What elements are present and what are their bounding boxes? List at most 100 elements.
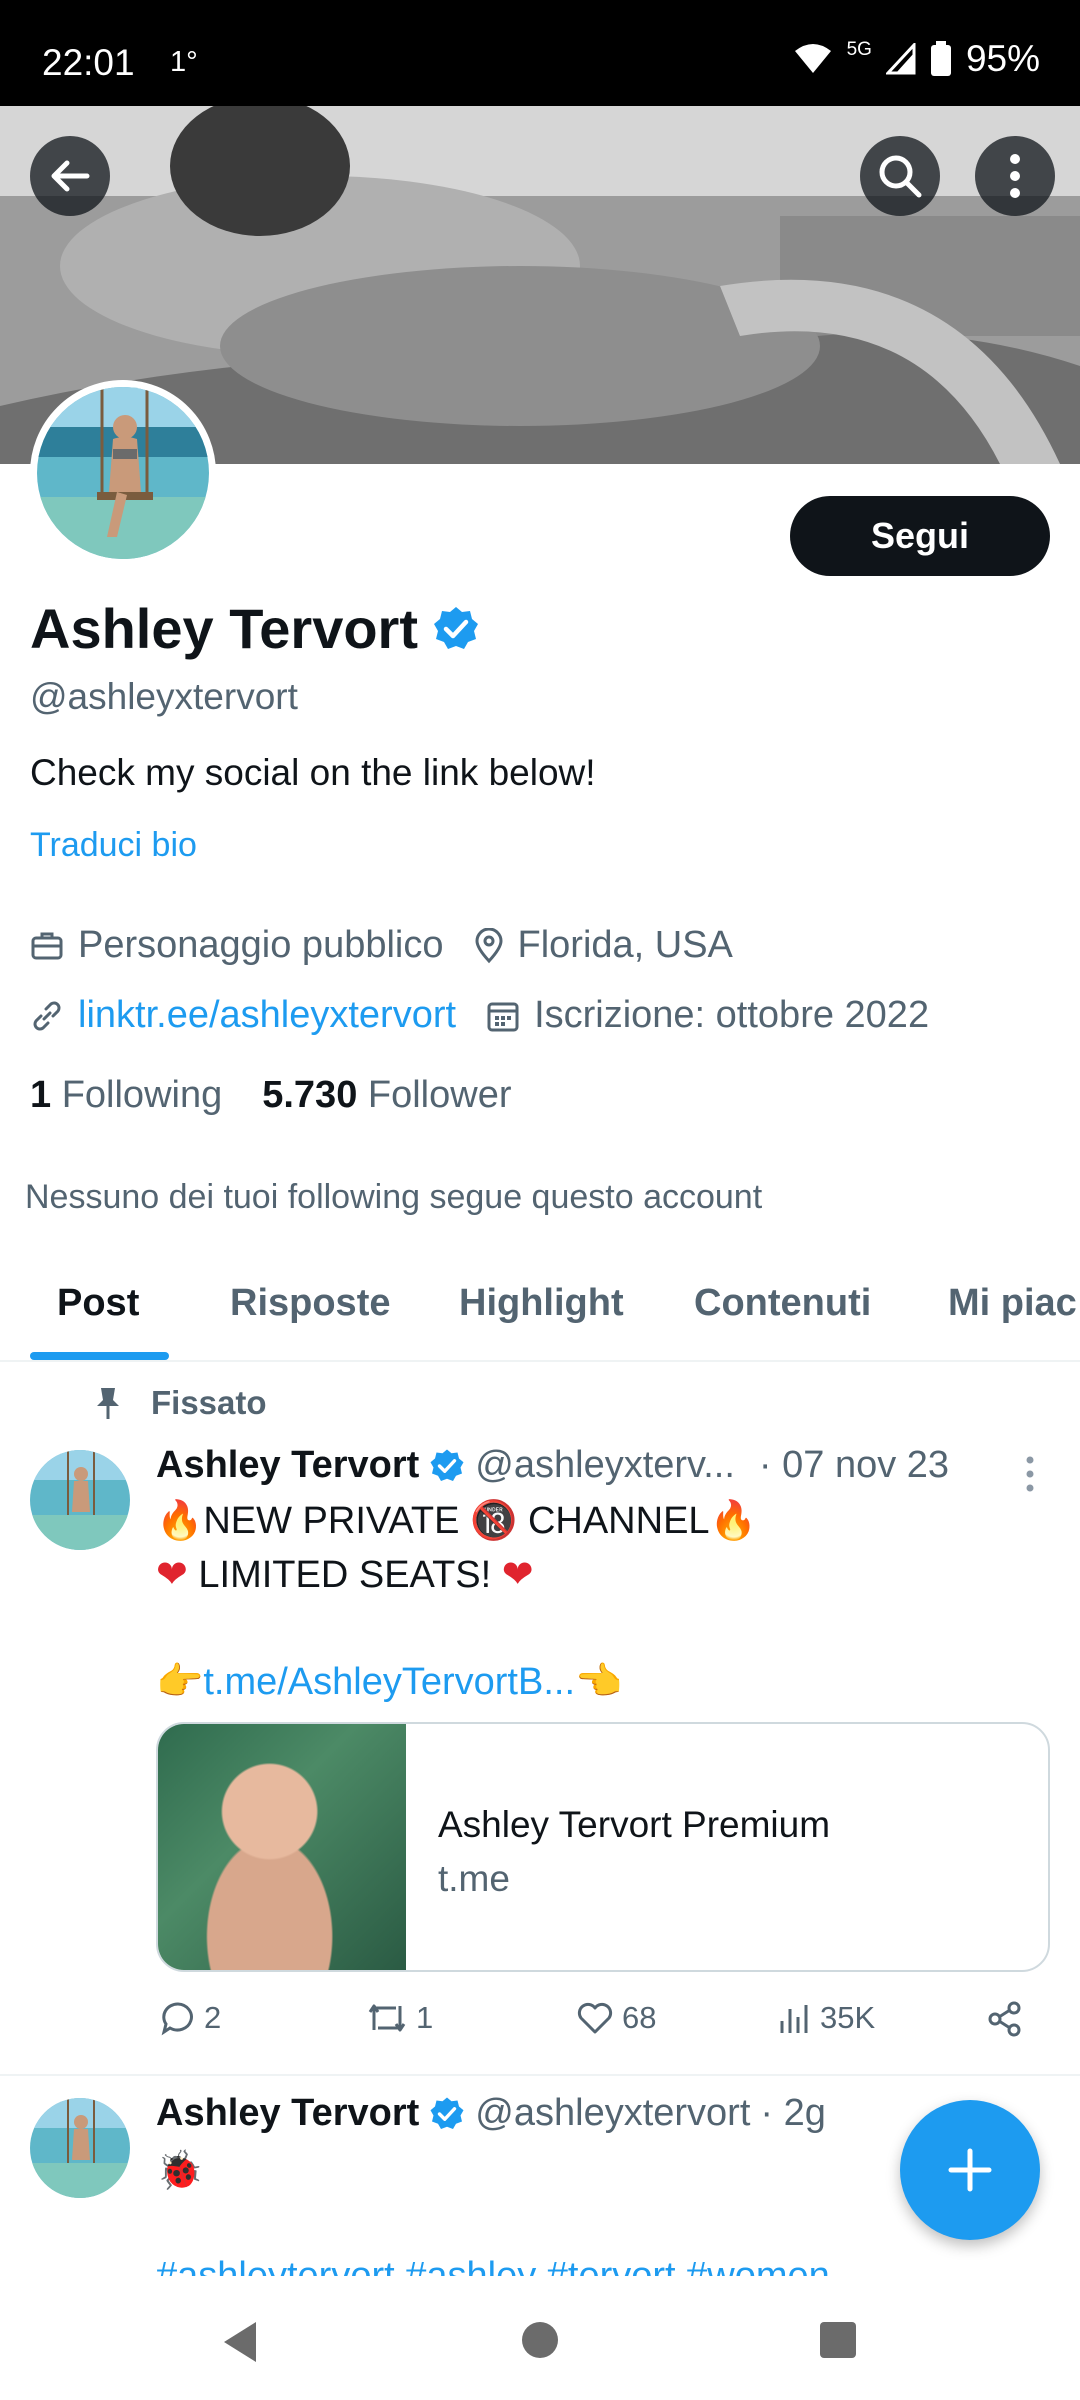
profile-joined-label: Iscrizione: ottobre 2022	[534, 994, 930, 1036]
nav-home-icon[interactable]	[522, 2322, 558, 2358]
search-icon	[879, 155, 922, 198]
profile-category: Personaggio pubblico	[30, 924, 444, 967]
network-label: 5G	[846, 39, 872, 60]
views-chart-icon	[780, 2005, 808, 2033]
reply-count: 2	[204, 2000, 222, 2035]
post-line-1: 🔥NEW PRIVATE 🔞 CHANNEL🔥	[156, 1494, 1036, 1548]
post-header: Ashley Tervort @ashleyxtervort · 2g	[156, 2092, 826, 2135]
pointing-left-emoji-icon: 👈	[575, 1659, 623, 1703]
profile-location: Florida, USA	[474, 924, 733, 967]
signal-icon	[885, 43, 916, 75]
nav-recents-icon[interactable]	[820, 2322, 856, 2358]
like-count: 68	[622, 2000, 657, 2035]
post-avatar[interactable]	[30, 2098, 130, 2198]
tab-contenuti[interactable]: Contenuti	[694, 1282, 871, 1325]
post-line-2-text: LIMITED SEATS!	[198, 1554, 492, 1596]
translate-bio-link[interactable]: Traduci bio	[30, 826, 197, 865]
pinned-label: Fissato	[95, 1384, 267, 1422]
followers-count: 5.730	[262, 1074, 358, 1116]
mutual-followers-note: Nessuno dei tuoi following segue questo …	[25, 1178, 763, 1216]
status-bar: 22:01 1° 5G 95%	[0, 0, 1080, 106]
followers-count-link[interactable]: 5.730 Follower	[262, 1074, 511, 1117]
profile-location-label: Florida, USA	[517, 924, 733, 966]
follow-button[interactable]: Segui	[790, 496, 1050, 576]
post-author-name[interactable]: Ashley Tervort	[156, 2092, 419, 2135]
tab-mi-piace[interactable]: Mi piac	[948, 1282, 1077, 1325]
profile-website[interactable]: linktr.ee/ashleyxtervort	[30, 994, 456, 1037]
search-button[interactable]	[860, 136, 940, 216]
ladybug-emoji-icon: 🐞	[156, 2148, 204, 2192]
repost-button[interactable]: 1	[366, 2000, 433, 2036]
profile-category-label: Personaggio pubblico	[78, 924, 444, 966]
verified-badge-icon	[430, 2097, 464, 2129]
tab-risposte[interactable]: Risposte	[230, 1282, 390, 1325]
profile-handle: @ashleyxtervort	[30, 676, 298, 717]
calendar-icon	[487, 1002, 519, 1031]
nav-back-icon[interactable]	[220, 2320, 260, 2364]
status-time: 22:01	[42, 42, 135, 83]
post-author-name[interactable]: Ashley Tervort	[156, 1444, 419, 1487]
like-button[interactable]: 68	[576, 2000, 656, 2036]
verified-badge-icon	[430, 1449, 464, 1481]
avatar-photo	[30, 1450, 130, 1550]
post-link[interactable]: t.me/AshleyTervortB...	[203, 1661, 575, 1703]
compose-post-button[interactable]	[900, 2100, 1040, 2240]
post-avatar[interactable]	[30, 1450, 130, 1550]
more-vertical-icon	[1010, 154, 1020, 198]
profile-website-link[interactable]: linktr.ee/ashleyxtervort	[78, 994, 456, 1037]
verified-badge-icon[interactable]	[432, 605, 480, 653]
tab-highlight[interactable]: Highlight	[459, 1282, 624, 1325]
post-line-2: ❤ LIMITED SEATS! ❤	[156, 1548, 1036, 1602]
post-actions: 2 1 68 35K	[156, 2000, 1036, 2050]
profile-meta-row-1: Personaggio pubblico Florida, USA	[30, 924, 763, 967]
views-count: 35K	[820, 2000, 876, 2035]
post-line-1-a: NEW PRIVATE	[203, 1500, 460, 1542]
profile-bio: Check my social on the link below!	[30, 752, 596, 793]
repost-count: 1	[416, 2000, 434, 2035]
profile-meta-row-2: linktr.ee/ashleyxtervort Iscrizione: ott…	[30, 994, 959, 1037]
plus-icon	[948, 2148, 992, 2192]
post-timestamp: · 2g	[760, 2092, 826, 2134]
following-count-link[interactable]: 1 Following	[30, 1074, 222, 1117]
no-under-18-emoji-icon: 🔞	[470, 1498, 518, 1542]
heart-emoji-icon: ❤	[156, 1552, 188, 1596]
link-preview-domain: t.me	[438, 1858, 510, 1899]
profile-name: Ashley Tervort	[30, 597, 418, 660]
profile-joined: Iscrizione: ottobre 2022	[486, 994, 929, 1037]
link-preview-image	[158, 1724, 406, 1970]
views-button[interactable]: 35K	[778, 2000, 875, 2036]
share-button[interactable]	[986, 2000, 1024, 2038]
repost-icon	[368, 2004, 406, 2032]
more-options-button[interactable]	[975, 136, 1055, 216]
battery-level: 95%	[965, 38, 1040, 79]
post-more-icon[interactable]	[1020, 1454, 1040, 1494]
pinned-text: Fissato	[151, 1384, 267, 1421]
post-author-handle: @ashleyxtervort	[475, 2092, 751, 2134]
following-label: Following	[61, 1074, 223, 1116]
link-preview-card[interactable]: Ashley Tervort Premium t.me	[156, 1722, 1050, 1972]
arrow-left-icon	[51, 160, 90, 192]
avatar-photo	[30, 2098, 130, 2198]
pointing-right-emoji-icon: 👉	[156, 1659, 204, 1703]
share-icon	[988, 2001, 1021, 2037]
system-navigation-bar	[0, 2276, 1080, 2400]
briefcase-icon	[31, 932, 63, 959]
back-button[interactable]	[30, 136, 110, 216]
heart-emoji-icon: ❤	[501, 1552, 534, 1596]
battery-icon	[930, 41, 951, 76]
post-timestamp: · 07 nov 23	[758, 1444, 950, 1486]
post-author-handle: @ashleyxterv...	[475, 1444, 735, 1486]
post-line-1-b: CHANNEL	[527, 1500, 710, 1542]
fire-emoji-icon: 🔥	[156, 1498, 204, 1542]
post-body: 🔥NEW PRIVATE 🔞 CHANNEL🔥 ❤ LIMITED SEATS!…	[156, 1494, 1036, 1709]
reply-button[interactable]: 2	[160, 2000, 221, 2036]
post-line-link: 👉t.me/AshleyTervortB...👈	[156, 1655, 1036, 1709]
wifi-icon	[794, 44, 831, 73]
active-tab-indicator	[30, 1352, 169, 1360]
profile-avatar[interactable]	[30, 380, 216, 566]
profile-name-row: Ashley Tervort	[30, 596, 480, 661]
tab-post[interactable]: Post	[57, 1282, 139, 1325]
following-count: 1	[30, 1074, 52, 1116]
